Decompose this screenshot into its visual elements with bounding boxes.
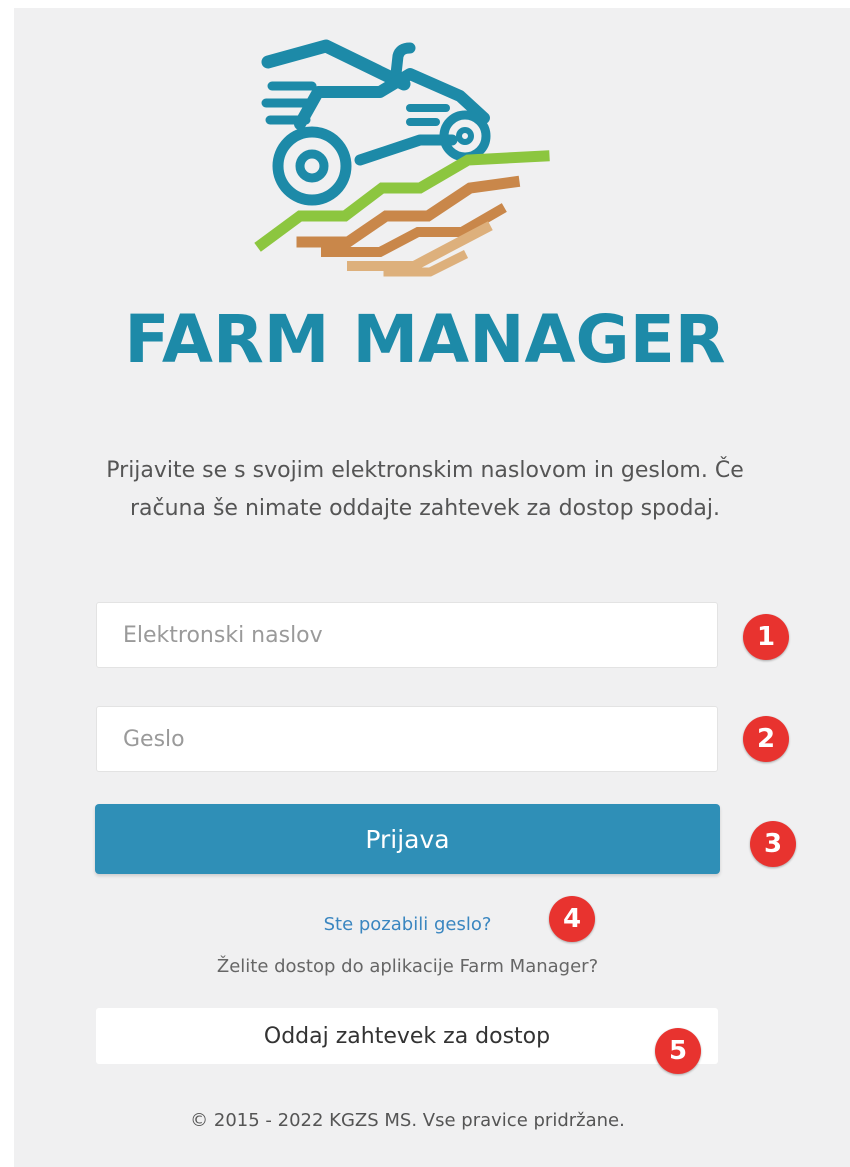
annotation-badge-1: 1: [743, 614, 789, 660]
farm-manager-logo: [254, 39, 550, 277]
tractor-icon: [261, 39, 491, 206]
password-field[interactable]: [96, 706, 718, 772]
brand-title: FARM MANAGER: [124, 301, 726, 378]
request-access-button[interactable]: Oddaj zahtevek za dostop: [96, 1008, 718, 1064]
annotation-badge-3: 3: [750, 821, 796, 867]
access-question: Želite dostop do aplikacije Farm Manager…: [216, 956, 599, 977]
annotation-badge-4: 4: [549, 896, 595, 942]
email-field[interactable]: [96, 602, 718, 668]
annotation-badge-5: 5: [655, 1028, 701, 1074]
login-instructions: Prijavite se s svojim elektronskim naslo…: [106, 458, 744, 521]
login-button[interactable]: Prijava: [95, 804, 720, 874]
forgot-password-link[interactable]: Ste pozabili geslo?: [0, 914, 815, 935]
copyright-footer: © 2015 - 2022 KGZS MS. Vse pravice pridr…: [190, 1110, 625, 1131]
annotation-badge-2: 2: [743, 716, 789, 762]
